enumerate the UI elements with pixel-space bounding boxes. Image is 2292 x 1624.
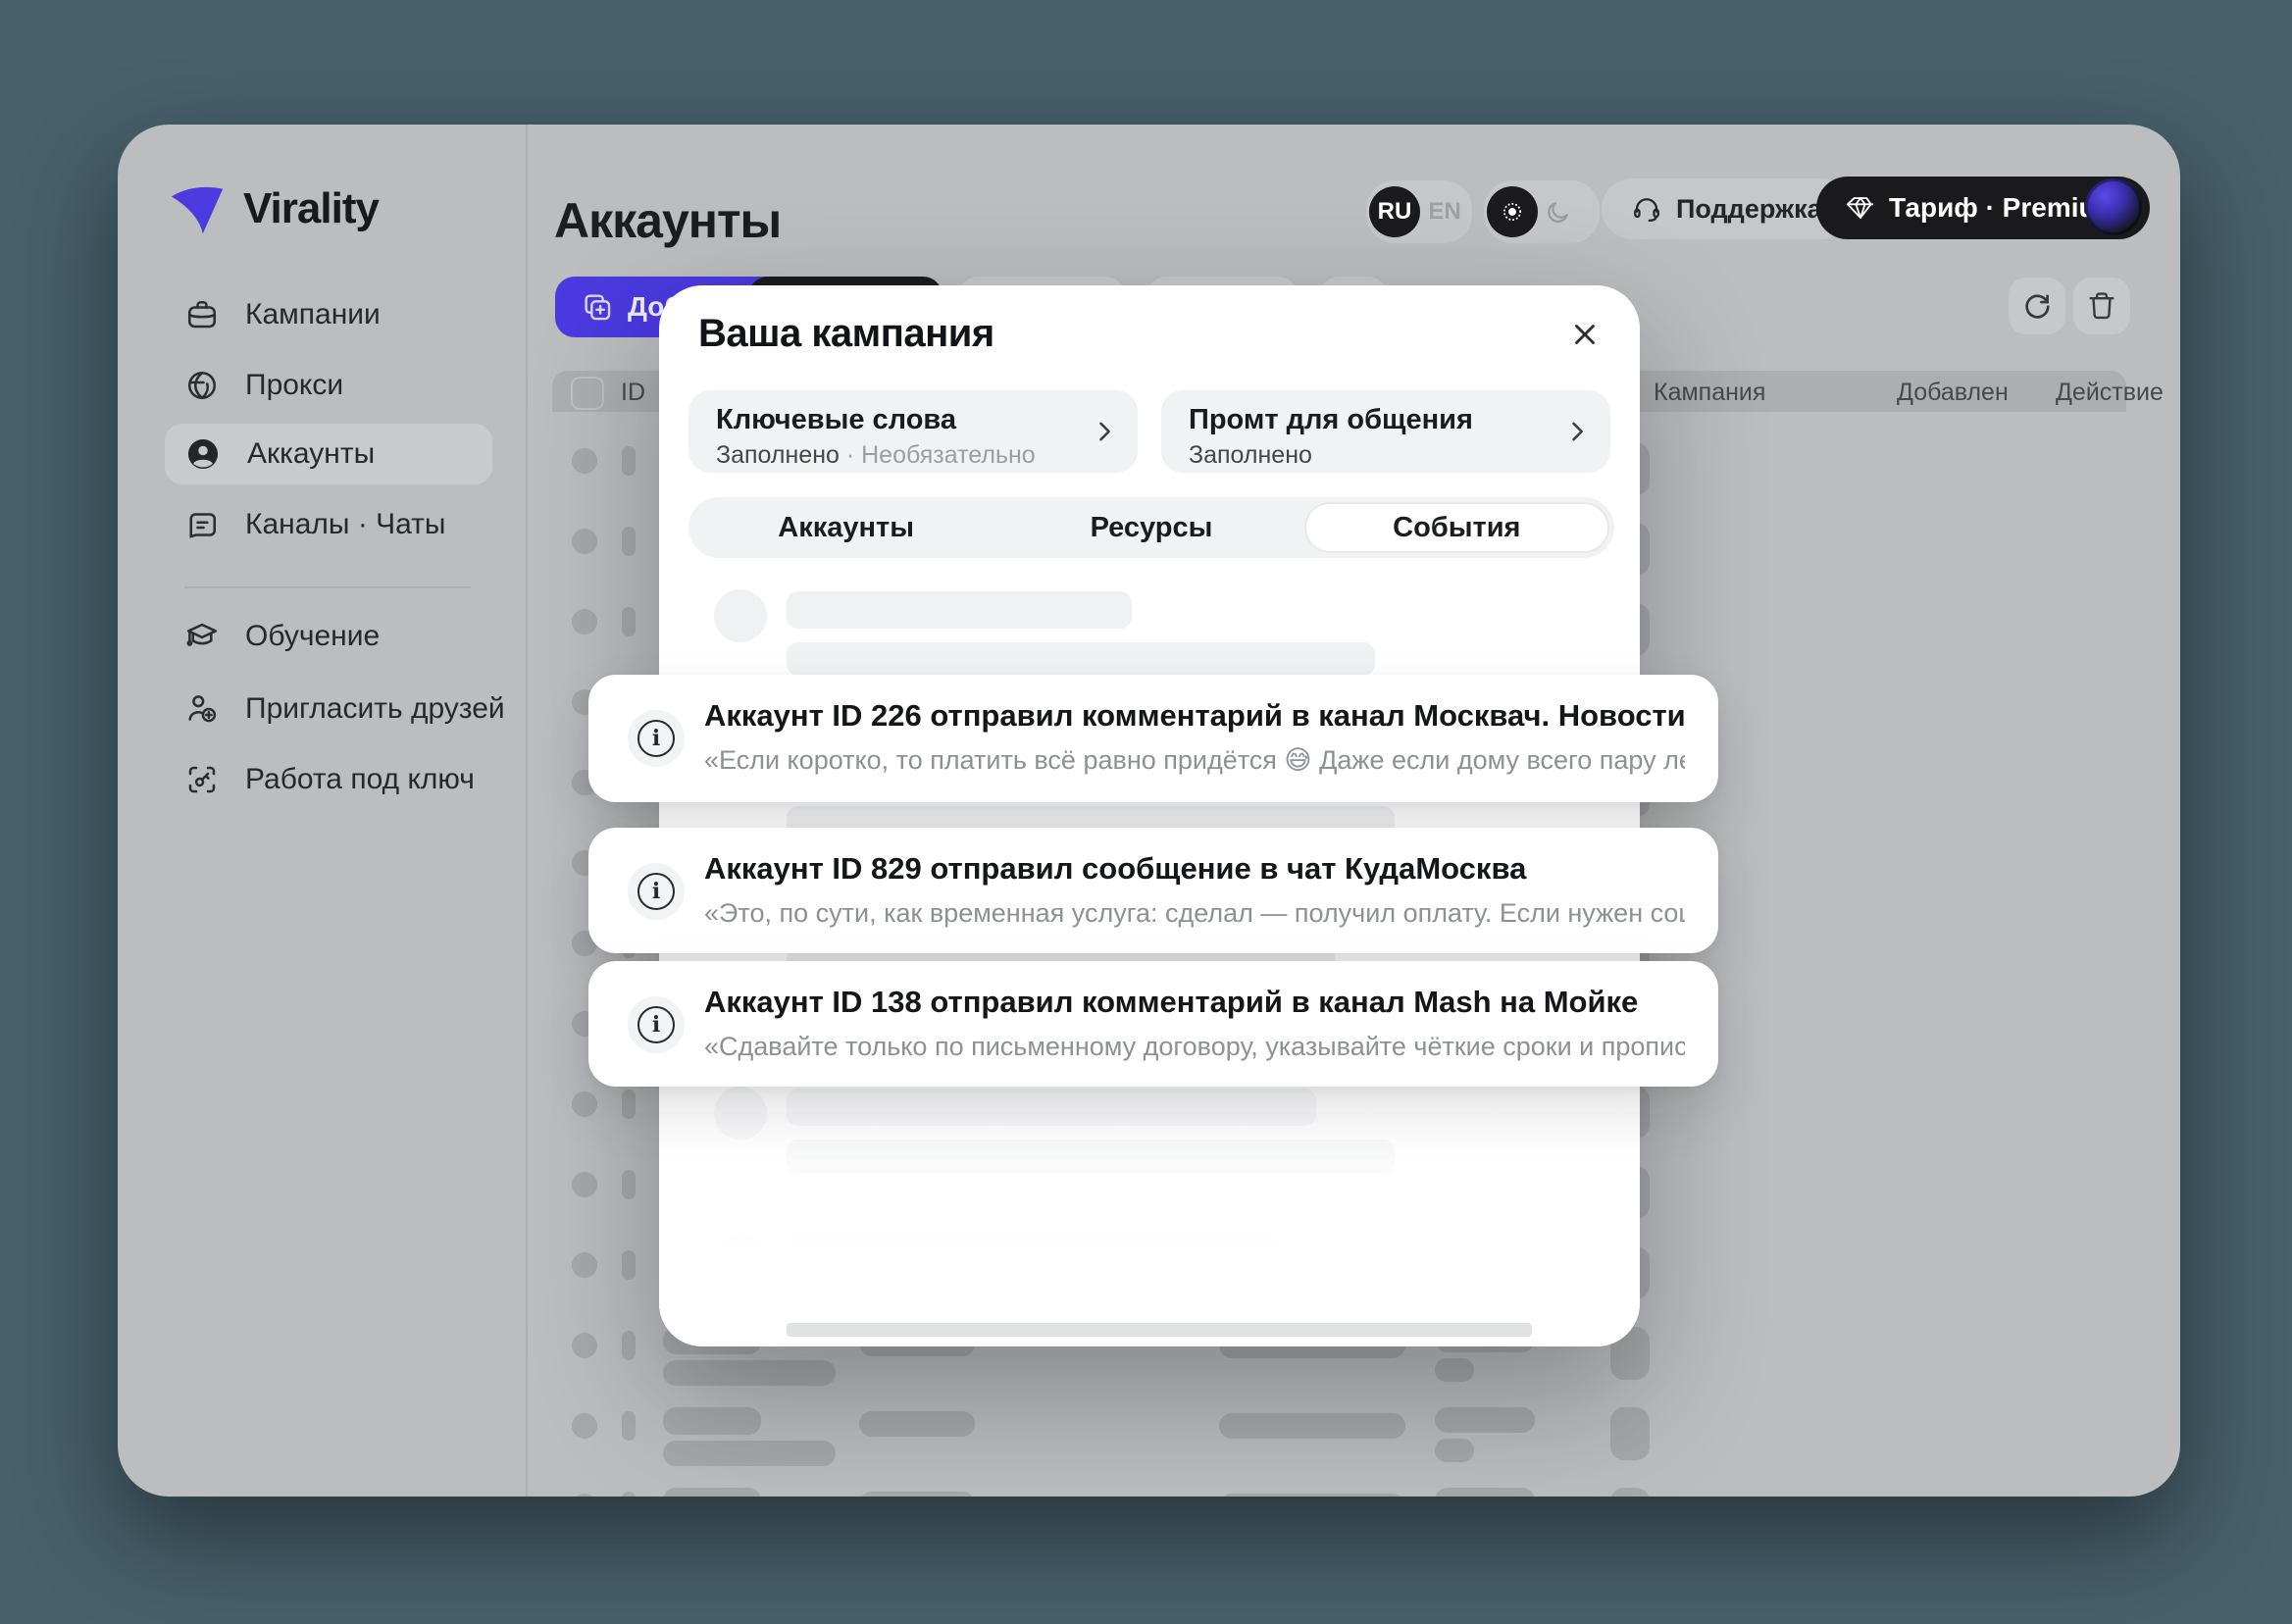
skeleton-bar xyxy=(1435,1358,1474,1382)
campaign-modal: Ваша кампания Ключевые слова Заполнено ·… xyxy=(659,285,1640,1346)
skeleton-bar xyxy=(859,1492,975,1497)
tab-accounts[interactable]: Аккаунты xyxy=(693,502,998,553)
skeleton-bar xyxy=(572,1333,597,1358)
event-quote: «Это, по сути, как временная услуга: сде… xyxy=(704,898,1685,928)
skeleton-bar xyxy=(622,1492,636,1497)
skeleton-bar xyxy=(859,1411,975,1437)
event-quote: «Сдавайте только по письменному договору… xyxy=(704,1032,1685,1061)
event-quote: «Если коротко, то платить всё равно прид… xyxy=(704,745,1685,775)
skeleton-bar xyxy=(622,1411,636,1441)
tab-resources[interactable]: Ресурсы xyxy=(998,502,1303,553)
globe-icon xyxy=(165,368,220,403)
skeleton-bar xyxy=(787,642,1375,676)
clipped-event-text xyxy=(787,1323,1532,1337)
select-all-checkbox[interactable] xyxy=(571,377,604,410)
tab-events[interactable]: События xyxy=(1303,502,1609,553)
keywords-card[interactable]: Ключевые слова Заполнено · Необязательно xyxy=(688,390,1138,473)
close-icon[interactable] xyxy=(1563,313,1606,356)
sun-icon[interactable] xyxy=(1487,186,1538,237)
skeleton-bar xyxy=(622,1331,636,1360)
skeleton-bar xyxy=(622,607,636,636)
lang-en-button[interactable]: EN xyxy=(1420,198,1469,226)
chevron-right-icon xyxy=(1563,418,1591,445)
skeleton-bar xyxy=(622,1090,636,1119)
table-row xyxy=(118,1482,2180,1497)
info-icon: i xyxy=(628,996,685,1053)
event-card[interactable]: i Аккаунт ID 829 отправил сообщение в ча… xyxy=(588,828,1718,953)
info-icon: i xyxy=(628,710,685,767)
skeleton-bar xyxy=(622,1250,636,1280)
theme-toggle[interactable] xyxy=(1484,180,1600,243)
event-card[interactable]: i Аккаунт ID 226 отправил комментарий в … xyxy=(588,675,1718,802)
support-label: Поддержка xyxy=(1676,193,1822,224)
avatar[interactable] xyxy=(2085,178,2142,235)
add-copy-icon xyxy=(581,290,614,324)
column-header-action: Действие xyxy=(2056,379,2164,406)
app-window: Virality Кампании Прокси Аккаунты Каналы… xyxy=(118,125,2180,1497)
keywords-card-status: Заполнено · Необязательно xyxy=(716,441,1036,469)
skeleton-bar xyxy=(1610,1488,1650,1497)
skeleton-bar xyxy=(572,1494,597,1497)
sidebar-item-campaigns[interactable]: Кампании xyxy=(165,284,492,345)
skeleton-avatar xyxy=(714,589,767,642)
brand-logo: Virality xyxy=(167,178,380,239)
skeleton-bar xyxy=(572,1252,597,1278)
diamond-icon xyxy=(1846,193,1875,223)
skeleton-bar xyxy=(622,446,636,476)
virality-logo-icon xyxy=(167,178,228,239)
skeleton-bar xyxy=(1435,1439,1474,1462)
column-header-added: Добавлен xyxy=(1897,379,2009,406)
column-header-campaign: Кампания xyxy=(1654,379,1766,406)
skeleton-bar xyxy=(622,527,636,556)
modal-title: Ваша кампания xyxy=(698,312,994,355)
column-header-id: ID xyxy=(621,379,645,406)
skeleton-bar xyxy=(663,1441,836,1466)
support-button[interactable]: Поддержка xyxy=(1602,178,1852,239)
modal-tabs: Аккаунты Ресурсы События xyxy=(688,497,1614,558)
lang-ru-button[interactable]: RU xyxy=(1369,186,1420,237)
event-title: Аккаунт ID 138 отправил комментарий в ка… xyxy=(704,985,1639,1019)
prompt-card[interactable]: Промт для общения Заполнено xyxy=(1161,390,1610,473)
skeleton-bar xyxy=(622,1170,636,1199)
event-title: Аккаунт ID 226 отправил комментарий в ка… xyxy=(704,698,1685,733)
skeleton-bar xyxy=(1219,1413,1405,1439)
skeleton-bar xyxy=(1610,1407,1650,1460)
sidebar-item-label: Кампании xyxy=(245,298,381,330)
prompt-card-title: Промт для общения xyxy=(1189,404,1473,435)
event-title: Аккаунт ID 829 отправил сообщение в чат … xyxy=(704,851,1527,886)
skeleton-bar xyxy=(572,1413,597,1439)
skeleton-bar xyxy=(572,1172,597,1197)
skeleton-bar xyxy=(572,529,597,554)
moon-icon[interactable] xyxy=(1544,197,1573,227)
info-icon: i xyxy=(628,863,685,920)
skeleton-bar xyxy=(1219,1494,1405,1497)
sidebar-item-label: Прокси xyxy=(245,369,344,401)
headset-icon xyxy=(1631,193,1662,225)
page-title: Аккаунты xyxy=(554,193,782,248)
skeleton-bar xyxy=(572,448,597,474)
skeleton-bar xyxy=(787,591,1132,629)
briefcase-icon xyxy=(165,297,220,332)
keywords-card-title: Ключевые слова xyxy=(716,404,956,435)
sidebar-item-proxies[interactable]: Прокси xyxy=(165,355,492,416)
skeleton-bar xyxy=(572,1091,597,1117)
skeleton-bar xyxy=(1435,1488,1535,1497)
trash-button[interactable] xyxy=(2073,278,2130,334)
refresh-button[interactable] xyxy=(2009,278,2065,334)
screen: Virality Кампании Прокси Аккаунты Каналы… xyxy=(0,0,2292,1624)
prompt-card-status: Заполнено xyxy=(1189,441,1312,469)
table-row xyxy=(118,1401,2180,1482)
skeleton-bar xyxy=(572,609,597,634)
skeleton-bar xyxy=(1435,1407,1535,1433)
event-card[interactable]: i Аккаунт ID 138 отправил комментарий в … xyxy=(588,961,1718,1087)
language-toggle[interactable]: RU EN xyxy=(1366,180,1472,243)
skeleton-bar xyxy=(663,1407,761,1435)
chevron-right-icon xyxy=(1091,418,1118,445)
skeleton-bar xyxy=(663,1488,761,1497)
brand-name: Virality xyxy=(243,184,380,232)
skeleton-bar xyxy=(663,1360,836,1386)
